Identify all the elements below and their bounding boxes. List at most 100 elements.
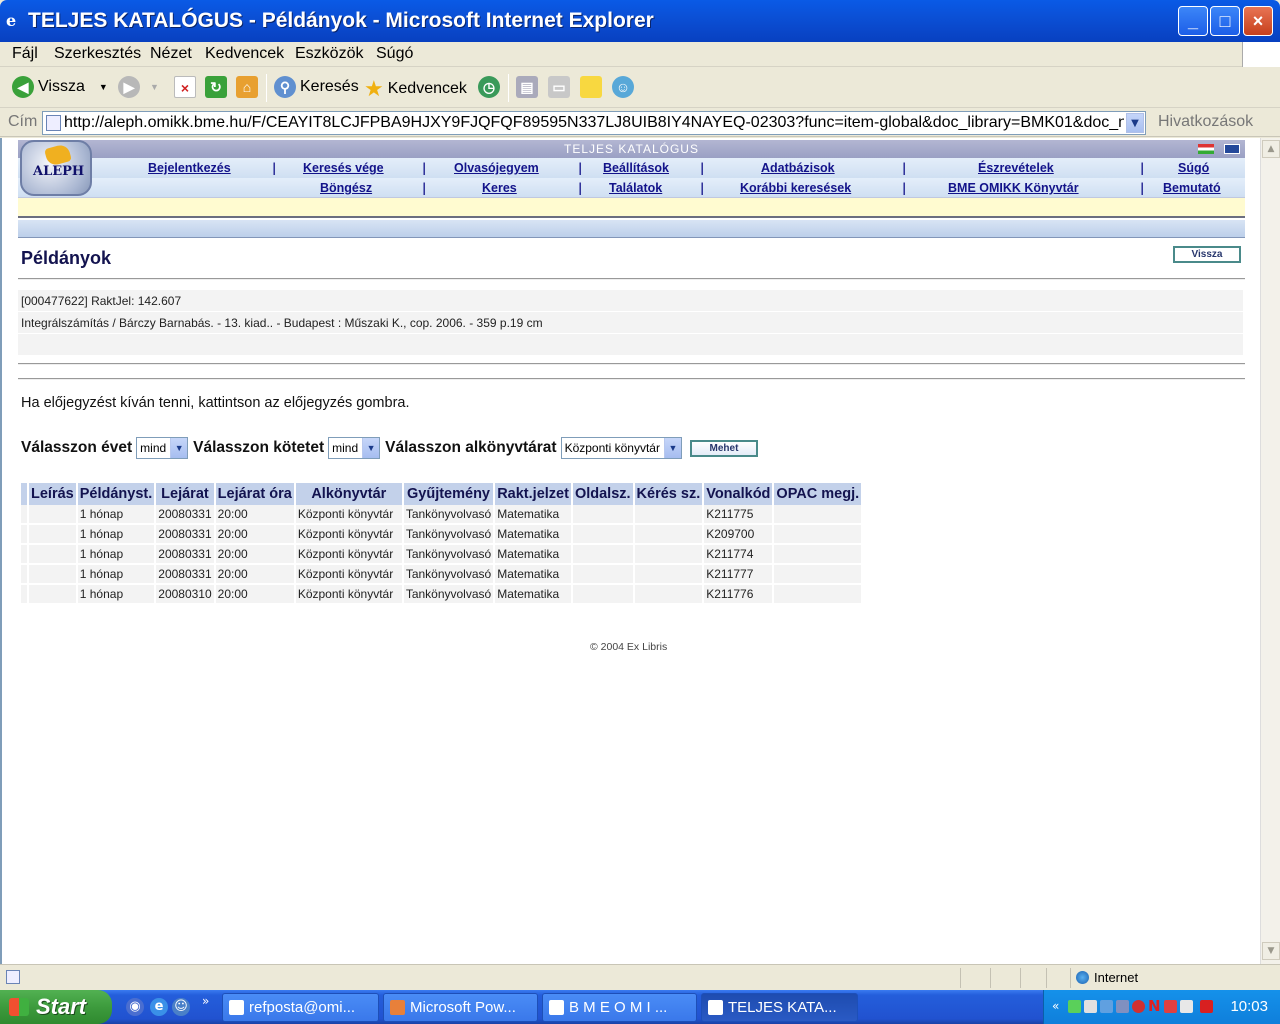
nav-login[interactable]: Bejelentkezés [148, 161, 231, 175]
vertical-scrollbar[interactable]: ▲ ▼ [1260, 138, 1280, 964]
windows-flag-icon [9, 998, 29, 1016]
menu-tools[interactable]: Eszközök [295, 45, 363, 63]
nav-results[interactable]: Találatok [609, 181, 662, 195]
favorites-button[interactable]: ★ Kedvencek [364, 76, 467, 102]
quicklaunch-ie-icon[interactable]: e [150, 998, 168, 1016]
scroll-down-icon[interactable]: ▼ [1262, 942, 1280, 960]
nav-demo[interactable]: Bemutató [1163, 181, 1221, 195]
stop-icon: × [174, 76, 196, 98]
refresh-button[interactable]: ↻ [205, 76, 227, 98]
col-description[interactable]: Leírás [29, 483, 76, 505]
address-url[interactable]: http://aleph.omikk.bme.hu/F/CEAYIT8LCJFP… [64, 114, 1124, 132]
back-page-button[interactable]: Vissza [1173, 246, 1241, 263]
close-button[interactable]: × [1243, 6, 1273, 36]
col-due-date[interactable]: Lejárat [156, 483, 214, 505]
nav-help[interactable]: Súgó [1178, 161, 1209, 175]
menu-help[interactable]: Súgó [376, 45, 413, 63]
col-due-hour[interactable]: Lejárat óra [215, 483, 294, 505]
nav-row-2: Böngész | Keres | Találatok | Korábbi ke… [18, 178, 1245, 198]
menu-view[interactable]: Nézet [150, 45, 192, 63]
tray-expand-icon[interactable]: « [1052, 999, 1059, 1013]
tray-icon[interactable] [1068, 1000, 1081, 1013]
minimize-button[interactable]: _ [1178, 6, 1208, 36]
volume-select[interactable]: mind ▼ [328, 437, 381, 459]
hungarian-flag-icon[interactable] [1198, 144, 1214, 154]
task-bme-omikk[interactable]: B M E O M I ... [542, 993, 697, 1022]
sublibrary-select[interactable]: Központi könyvtár ▼ [560, 437, 682, 459]
chevron-down-icon[interactable]: ▼ [150, 82, 159, 92]
menu-edit[interactable]: Szerkesztés [54, 45, 141, 63]
chevron-down-icon[interactable]: ▼ [99, 82, 108, 92]
stop-button[interactable]: × [174, 76, 196, 98]
menu-file[interactable]: Fájl [12, 45, 38, 63]
col-opac-note[interactable]: OPAC megj. [774, 483, 862, 505]
tray-icon[interactable] [1164, 1000, 1177, 1013]
aleph-logo[interactable]: ALEPH [20, 140, 92, 196]
nav-reader-card[interactable]: Olvasójegyem [454, 161, 539, 175]
filter-row: Válasszon évet mind ▼ Válasszon kötetet m… [21, 436, 758, 460]
col-call-number[interactable]: Rakt.jelzet [495, 483, 571, 505]
task-powerpoint[interactable]: Microsoft Pow... [383, 993, 538, 1022]
col-sublibrary[interactable]: Alkönyvtár [295, 483, 402, 505]
start-button[interactable]: Start [0, 990, 112, 1024]
nav-end-session[interactable]: Keresés vége [303, 161, 384, 175]
quicklaunch-expand-icon[interactable]: » [202, 994, 209, 1008]
message-strip [18, 198, 1245, 218]
history-icon: ◷ [478, 76, 500, 98]
year-select[interactable]: mind ▼ [136, 437, 189, 459]
col-requests[interactable]: Kérés sz. [634, 483, 703, 505]
links-toolbar[interactable]: Hivatkozások [1158, 113, 1253, 131]
print-button[interactable]: ▤ [516, 76, 538, 98]
page-viewport: TELJES KATALÓGUS Bejelentkezés | Keresés… [0, 138, 1260, 964]
nav-feedback[interactable]: Észrevételek [978, 161, 1054, 175]
page-icon [46, 115, 61, 131]
quicklaunch-messenger-icon[interactable]: ☺ [172, 998, 190, 1016]
edit-button[interactable]: ▭ [548, 76, 570, 98]
chevron-down-icon[interactable]: ▼ [170, 438, 188, 458]
tray-icon[interactable] [1116, 1000, 1129, 1013]
chevron-down-icon[interactable]: ▼ [1126, 113, 1144, 133]
scroll-up-icon[interactable]: ▲ [1262, 140, 1280, 158]
tray-icon[interactable] [1180, 1000, 1193, 1013]
tray-n-icon[interactable]: N [1148, 997, 1161, 1015]
search-button[interactable]: ⚲ Keresés [274, 76, 359, 98]
refresh-icon: ↻ [205, 76, 227, 98]
history-button[interactable]: ◷ [478, 76, 500, 98]
nav-databases[interactable]: Adatbázisok [761, 161, 835, 175]
nav-search[interactable]: Keres [482, 181, 517, 195]
menu-favorites[interactable]: Kedvencek [205, 45, 284, 63]
nav-preferences[interactable]: Beállítások [603, 161, 669, 175]
back-button[interactable]: ◀ Vissza ▼ [12, 76, 108, 98]
messenger-button[interactable]: ☺ [612, 76, 634, 98]
record-id-row: [000477622] RaktJel: 142.607 [18, 290, 1243, 311]
nav-previous-searches[interactable]: Korábbi keresések [740, 181, 851, 195]
task-teljes-katalogus[interactable]: TELJES KATA... [701, 993, 858, 1022]
copyright: © 2004 Ex Libris [590, 641, 668, 653]
forward-arrow-icon: ▶ [118, 76, 140, 98]
chevron-down-icon[interactable]: ▼ [663, 438, 681, 458]
home-button[interactable]: ⌂ [236, 76, 258, 98]
go-button[interactable]: Mehet [689, 439, 758, 457]
clock[interactable]: 10:03 [1230, 998, 1268, 1015]
window-title-bar[interactable]: e TELJES KATALÓGUS - Példányok - Microso… [0, 0, 1280, 42]
task-refposta[interactable]: refposta@omi... [222, 993, 379, 1022]
tray-icon[interactable] [1084, 1000, 1097, 1013]
tray-icon[interactable] [1200, 1000, 1213, 1013]
english-flag-icon[interactable] [1224, 144, 1240, 154]
forward-button[interactable]: ▶ ▼ [118, 76, 159, 98]
nav-browse[interactable]: Böngész [320, 181, 372, 195]
nav-bme-library[interactable]: BME OMIKK Könyvtár [948, 181, 1079, 195]
address-input[interactable]: http://aleph.omikk.bme.hu/F/CEAYIT8LCJFP… [42, 111, 1146, 135]
tray-icon[interactable] [1132, 1000, 1145, 1013]
maximize-button[interactable]: □ [1210, 6, 1240, 36]
year-label: Válasszon évet [21, 439, 133, 456]
quicklaunch-desktop-icon[interactable]: ◉ [126, 998, 144, 1016]
edit-icon: ▭ [548, 76, 570, 98]
col-collection[interactable]: Gyűjtemény [403, 483, 494, 505]
col-barcode[interactable]: Vonalkód [704, 483, 773, 505]
chevron-down-icon[interactable]: ▼ [362, 438, 380, 458]
discuss-button[interactable] [580, 76, 602, 98]
col-pages[interactable]: Oldalsz. [572, 483, 633, 505]
tray-icon[interactable] [1100, 1000, 1113, 1013]
col-loan-status[interactable]: Példányst. [77, 483, 155, 505]
